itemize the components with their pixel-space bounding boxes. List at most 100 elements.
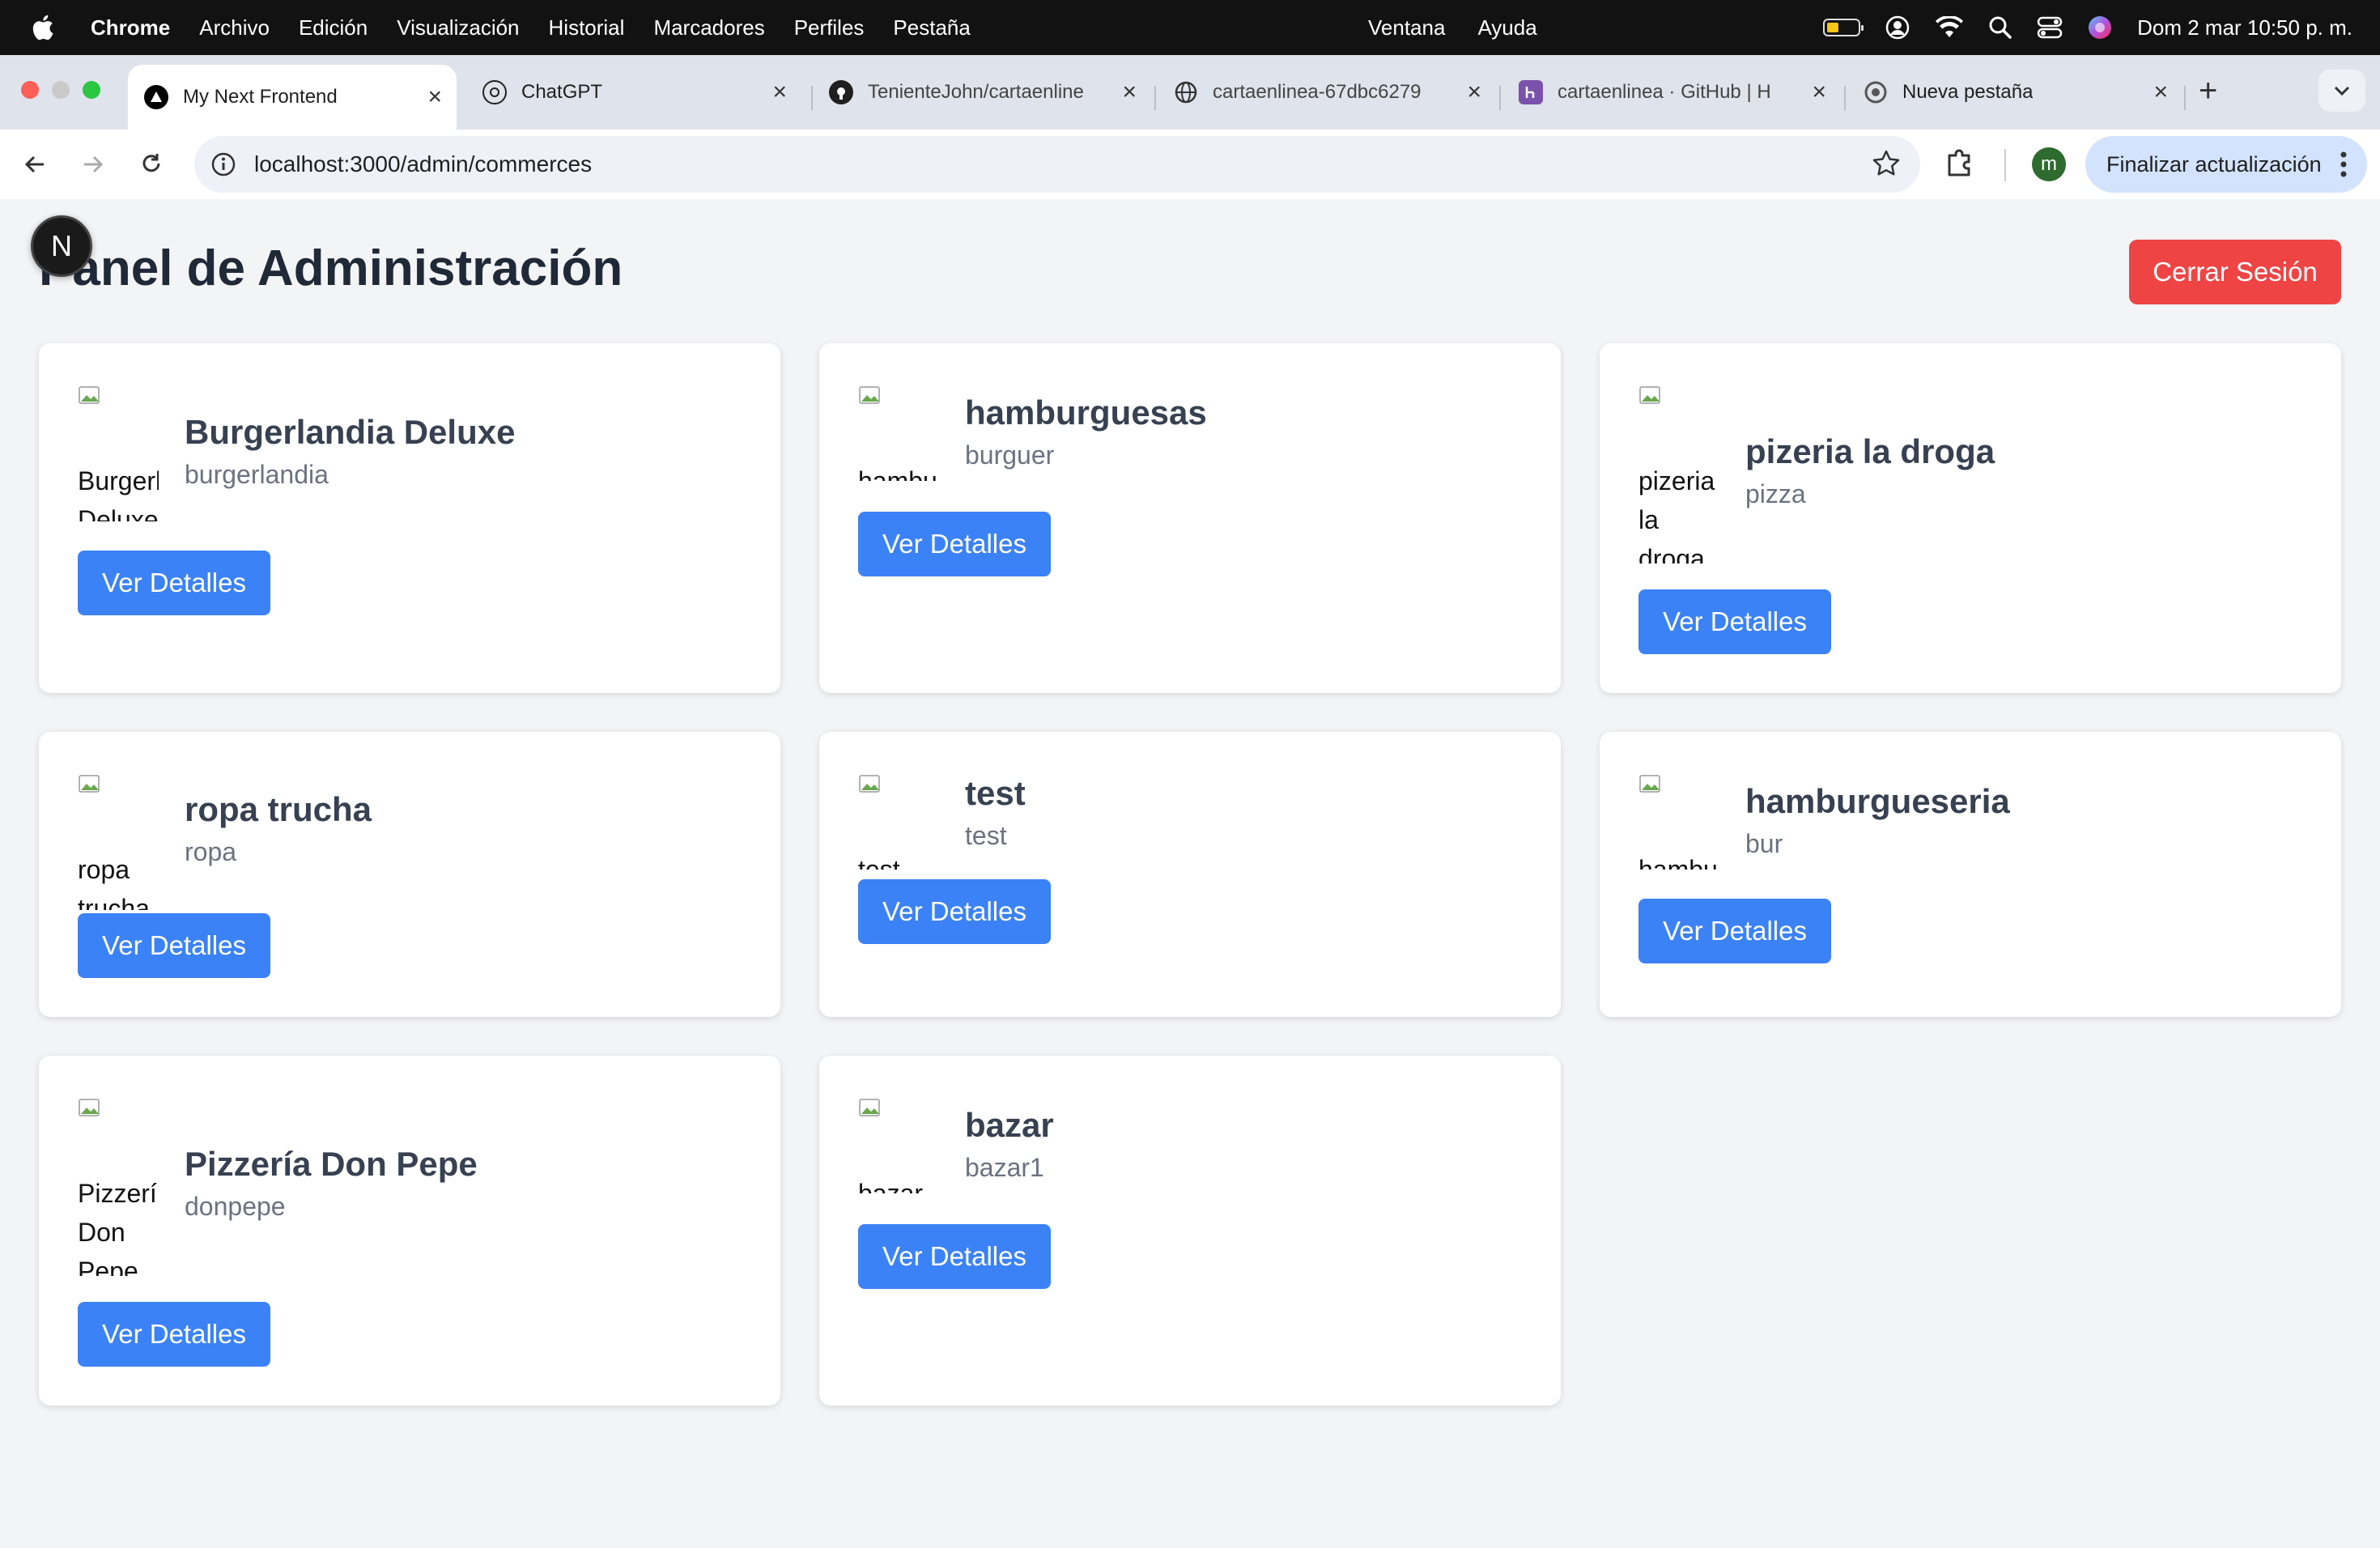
view-details-button[interactable]: Ver Detalles xyxy=(78,551,270,615)
finish-update-button[interactable]: Finalizar actualización xyxy=(2085,136,2367,193)
close-window-button[interactable] xyxy=(21,81,39,99)
close-tab-icon[interactable]: × xyxy=(1467,79,1481,106)
new-tab-button[interactable]: + xyxy=(2199,73,2217,109)
menu-perfiles[interactable]: Perfiles xyxy=(794,15,865,40)
close-tab-icon[interactable]: × xyxy=(2153,79,2168,106)
tab-label: cartaenlinea-67dbc6279 xyxy=(1213,81,1422,103)
menu-archivo[interactable]: Archivo xyxy=(199,15,270,40)
commerce-logo-image: hambu '.ogo xyxy=(858,384,939,481)
commerce-slug: pizza xyxy=(1745,479,1806,508)
menu-ayuda[interactable]: Ayuda xyxy=(1477,15,1536,40)
heroku-icon xyxy=(1519,80,1543,104)
commerce-logo-image: bazar '.ogo xyxy=(858,1096,939,1193)
commerce-name: Burgerlandia Deluxe xyxy=(185,413,516,451)
tab-nueva-pestana[interactable]: Nueva pestaña × xyxy=(1847,66,2182,118)
back-button[interactable] xyxy=(16,146,53,183)
tab-chatgpt[interactable]: ChatGPT × xyxy=(466,66,801,118)
siri-icon[interactable] xyxy=(2087,15,2113,40)
view-details-button[interactable]: Ver Detalles xyxy=(78,913,270,978)
view-details-button[interactable]: Ver Detalles xyxy=(1638,899,1831,963)
commerce-card: Burgerl Deluxe '.ogo Burgerlandia Deluxe… xyxy=(39,343,780,693)
commerce-card: Pizzerí Don Pepe '.ogo Pizzería Don Pepe… xyxy=(39,1056,780,1406)
spotlight-search-icon[interactable] xyxy=(1988,15,2012,40)
commerce-name: hamburgueseria xyxy=(1745,782,2010,820)
bookmark-star-icon[interactable] xyxy=(1872,149,1901,178)
nextjs-icon xyxy=(144,85,168,109)
commerce-name: hamburguesas xyxy=(965,393,1207,432)
battery-icon[interactable] xyxy=(1823,19,1864,36)
tab-search-button[interactable] xyxy=(2318,70,2365,112)
macos-menu-bar: Chrome Archivo Edición Visualización His… xyxy=(0,0,2380,55)
commerce-name: test xyxy=(965,774,1026,812)
url-text[interactable]: localhost:3000/admin/commerces xyxy=(254,151,592,177)
forward-button[interactable] xyxy=(74,146,112,183)
view-details-button[interactable]: Ver Detalles xyxy=(858,879,1051,944)
logout-button[interactable]: Cerrar Sesión xyxy=(2129,240,2341,304)
logo-alt-text: test '.ogo xyxy=(858,855,900,870)
apple-icon[interactable] xyxy=(29,14,55,41)
commerce-card: pizeria la droga '.ogo pizeria la droga … xyxy=(1600,343,2341,693)
menu-app-name[interactable]: Chrome xyxy=(91,15,170,40)
user-account-icon[interactable] xyxy=(1885,15,1910,40)
chevron-down-icon xyxy=(2334,86,2350,96)
arrow-left-icon xyxy=(24,155,44,173)
window-controls xyxy=(21,81,100,99)
openai-icon xyxy=(482,80,507,104)
commerce-name: pizeria la droga xyxy=(1745,432,1995,470)
view-details-button[interactable]: Ver Detalles xyxy=(858,512,1051,576)
address-bar[interactable]: localhost:3000/admin/commerces xyxy=(194,136,1920,193)
logo-alt-text: Burgerl Deluxe '.ogo xyxy=(78,466,159,521)
menu-ventana[interactable]: Ventana xyxy=(1368,15,1445,40)
menu-historial[interactable]: Historial xyxy=(549,15,625,40)
wifi-icon[interactable] xyxy=(1935,16,1964,39)
commerce-slug: bazar1 xyxy=(965,1153,1044,1182)
view-details-button[interactable]: Ver Detalles xyxy=(858,1224,1051,1289)
commerce-card: test '.ogo test test Ver Detalles xyxy=(819,732,1561,1017)
reload-button[interactable] xyxy=(133,146,170,183)
tab-heroku[interactable]: cartaenlinea · GitHub | H × xyxy=(1502,66,1841,118)
close-tab-icon[interactable]: × xyxy=(427,83,442,111)
control-center-icon[interactable] xyxy=(2037,15,2063,40)
tab-label: cartaenlinea · GitHub | H xyxy=(1558,81,1771,103)
view-details-button[interactable]: Ver Detalles xyxy=(78,1302,270,1367)
broken-image-icon xyxy=(859,386,880,404)
menu-clock[interactable]: Dom 2 mar 10:50 p. m. xyxy=(2137,15,2352,40)
menu-marcadores[interactable]: Marcadores xyxy=(653,15,764,40)
profile-avatar[interactable]: m xyxy=(2032,147,2066,181)
commerce-slug: bur xyxy=(1745,829,1783,858)
commerce-card: hambu '.ogo hamburguesas burguer Ver Det… xyxy=(819,343,1561,693)
commerce-name: ropa trucha xyxy=(185,790,372,828)
puzzle-icon xyxy=(1948,149,1970,176)
close-tab-icon[interactable]: × xyxy=(772,79,787,106)
arrow-right-icon xyxy=(84,155,104,173)
logo-alt-text: hambu '.ogo xyxy=(858,466,937,481)
close-tab-icon[interactable]: × xyxy=(1122,79,1137,106)
nextjs-dev-indicator[interactable]: N xyxy=(31,215,92,277)
tab-cartaenlinea-deploy[interactable]: cartaenlinea-67dbc6279 × xyxy=(1158,66,1496,118)
menu-pestana[interactable]: Pestaña xyxy=(893,15,970,40)
menu-visualizacion[interactable]: Visualización xyxy=(397,15,519,40)
globe-icon xyxy=(1174,80,1198,104)
maximize-window-button[interactable] xyxy=(83,81,100,99)
broken-image-icon xyxy=(859,1099,880,1116)
tab-my-next-frontend[interactable]: My Next Frontend × xyxy=(128,65,457,130)
tab-label: My Next Frontend xyxy=(183,86,338,108)
close-tab-icon[interactable]: × xyxy=(1812,79,1826,106)
logo-alt-text: Pizzerí Don Pepe '.ogo xyxy=(78,1179,157,1276)
commerce-slug: test xyxy=(965,821,1007,850)
logo-alt-text: pizeria la droga '.ogo xyxy=(1638,466,1715,563)
view-details-button[interactable]: Ver Detalles xyxy=(1638,589,1831,654)
extensions-button[interactable] xyxy=(1943,146,1975,182)
tab-github-repo[interactable]: TenienteJohn/cartaenline × xyxy=(813,66,1151,118)
commerce-logo-image: hambu '.ogo xyxy=(1638,772,1719,870)
minimize-window-button[interactable] xyxy=(52,81,70,99)
site-info-icon[interactable] xyxy=(207,148,240,181)
broken-image-icon xyxy=(79,386,100,404)
commerce-slug: donpepe xyxy=(185,1192,286,1221)
menu-edicion[interactable]: Edición xyxy=(299,15,368,40)
commerce-name: bazar xyxy=(965,1106,1054,1144)
broken-image-icon xyxy=(79,1099,100,1116)
more-vertical-icon[interactable] xyxy=(2340,151,2348,178)
commerce-card: bazar '.ogo bazar bazar1 Ver Detalles xyxy=(819,1056,1561,1406)
broken-image-icon xyxy=(859,775,880,793)
